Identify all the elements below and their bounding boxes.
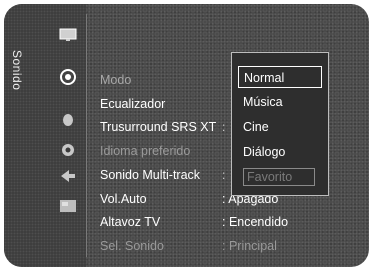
mode-dropdown: Normal Música Cine Diálogo Favorito (231, 52, 329, 196)
menu-item-sel-sonido: Sel. Sonido (100, 239, 164, 253)
setup-icon[interactable] (57, 141, 79, 159)
menu-item-sonido-multi-track[interactable]: Sonido Multi-track (100, 168, 200, 182)
altavoz-tv-value: : Encendido (222, 215, 289, 229)
sidebar-title: Sonido (10, 50, 24, 91)
option-musica[interactable]: Música (238, 91, 322, 113)
menu-item-vol-auto[interactable]: Vol.Auto (100, 192, 147, 206)
menu-item-ecualizador[interactable]: Ecualizador (100, 97, 165, 111)
menu-item-altavoz-tv[interactable]: Altavoz TV (100, 215, 160, 229)
application-icon[interactable] (57, 197, 79, 215)
option-normal[interactable]: Normal (238, 66, 322, 88)
tv-osd-menu: Sonido Modo Ecualizador Trusurround SRS … (4, 4, 369, 267)
option-dialogo[interactable]: Diálogo (238, 141, 322, 163)
sidebar: Sonido (4, 4, 86, 267)
option-favorito: Favorito (238, 166, 322, 188)
option-cine[interactable]: Cine (238, 116, 322, 138)
trusurround-value-marker: : (222, 120, 226, 134)
multi-track-value-marker: : (222, 168, 226, 182)
sound-icon[interactable] (57, 68, 79, 86)
menu-item-trusurround[interactable]: Trusurround SRS XT (100, 120, 216, 134)
input-icon[interactable] (57, 167, 79, 185)
menu-divider (86, 14, 87, 257)
picture-icon[interactable] (57, 26, 79, 44)
channel-icon[interactable] (57, 111, 79, 129)
menu-item-idioma-preferido: Idioma preferido (100, 144, 191, 158)
option-favorito-label: Favorito (243, 168, 316, 186)
sel-sonido-value: : Principal (222, 239, 277, 253)
menu-item-modo[interactable]: Modo (100, 73, 131, 87)
